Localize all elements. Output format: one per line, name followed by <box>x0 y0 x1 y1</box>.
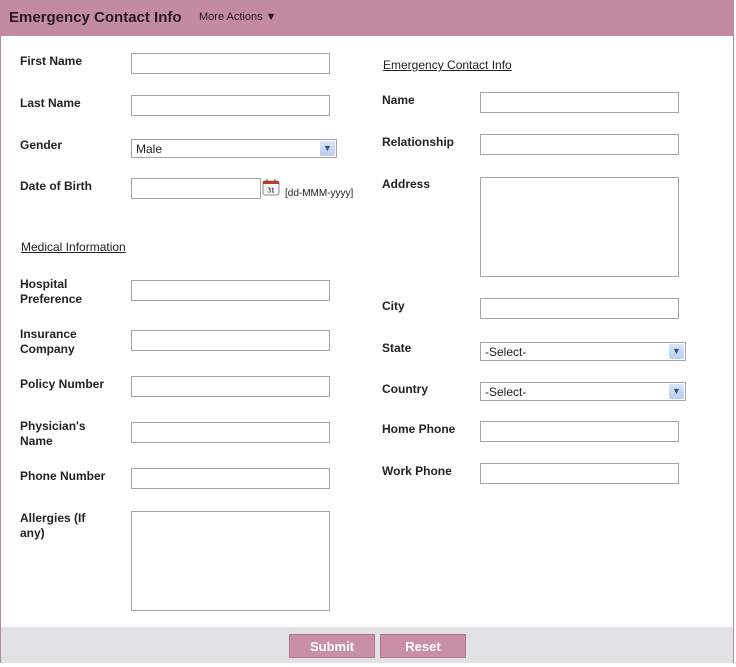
medical-information-heading: Medical Information <box>21 240 126 254</box>
allergies-label: Allergies (If any) <box>20 511 86 540</box>
chevron-down-icon: ▼ <box>669 384 684 399</box>
date-format-hint: [dd-MMM-yyyy] <box>285 188 354 199</box>
gender-value: Male <box>136 142 163 156</box>
first-name-input[interactable] <box>131 53 330 74</box>
relationship-label: Relationship <box>382 135 455 149</box>
last-name-input[interactable] <box>131 95 330 116</box>
city-label: City <box>382 299 405 313</box>
allergies-textarea[interactable] <box>131 511 330 611</box>
phone-number-input[interactable] <box>131 468 330 489</box>
state-value: -Select- <box>485 345 527 359</box>
address-label: Address <box>382 177 431 191</box>
contact-name-label: Name <box>382 93 415 107</box>
physician-name-label: Physician's Name <box>20 419 86 448</box>
chevron-down-icon: ▼ <box>669 344 684 359</box>
gender-label: Gender <box>20 138 63 152</box>
insurance-company-label: Insurance Company <box>20 327 77 356</box>
relationship-input[interactable] <box>480 134 679 155</box>
country-select[interactable]: -Select- ▼ <box>480 382 686 401</box>
page-title: Emergency Contact Info <box>9 9 182 26</box>
insurance-company-input[interactable] <box>131 330 330 351</box>
physician-name-input[interactable] <box>131 422 330 443</box>
chevron-down-icon: ▼ <box>320 141 335 156</box>
last-name-label: Last Name <box>20 96 81 110</box>
address-textarea[interactable] <box>480 177 679 277</box>
gender-select[interactable]: Male ▼ <box>131 139 337 158</box>
work-phone-input[interactable] <box>480 463 679 484</box>
first-name-label: First Name <box>20 54 83 68</box>
home-phone-input[interactable] <box>480 421 679 442</box>
home-phone-label: Home Phone <box>382 422 456 436</box>
state-label: State <box>382 341 412 355</box>
emergency-contact-heading: Emergency Contact Info <box>383 58 512 72</box>
more-actions-menu[interactable]: More Actions ▼ <box>199 11 277 23</box>
country-label: Country <box>382 382 428 396</box>
policy-number-input[interactable] <box>131 376 330 397</box>
reset-button[interactable]: Reset <box>380 634 466 658</box>
contact-name-input[interactable] <box>480 92 679 113</box>
hospital-preference-input[interactable] <box>131 280 330 301</box>
policy-number-label: Policy Number <box>20 377 105 391</box>
state-select[interactable]: -Select- ▼ <box>480 342 686 361</box>
phone-number-label: Phone Number <box>20 469 106 483</box>
country-value: -Select- <box>485 385 527 399</box>
dob-input[interactable] <box>131 178 261 199</box>
submit-button[interactable]: Submit <box>289 634 375 658</box>
hospital-preference-label: Hospital Preference <box>20 277 83 306</box>
work-phone-label: Work Phone <box>382 464 452 478</box>
panel-header: Emergency Contact Info More Actions ▼ <box>0 0 734 36</box>
dob-label: Date of Birth <box>20 179 92 193</box>
city-input[interactable] <box>480 298 679 319</box>
svg-text:31: 31 <box>268 187 276 195</box>
calendar-icon[interactable]: 31 <box>262 178 280 196</box>
